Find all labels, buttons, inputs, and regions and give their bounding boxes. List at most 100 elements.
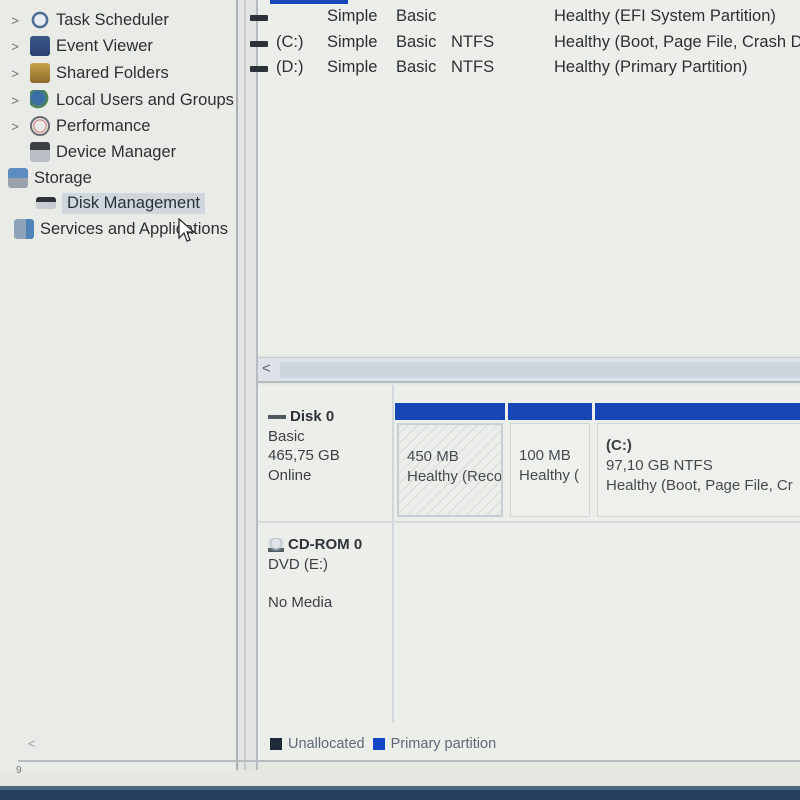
tree-item-label: Services and Applications [40,219,229,238]
clock-icon [30,10,50,30]
legend-label: Primary partition [390,736,497,752]
tree-item-label: Performance [56,116,151,135]
volume-status: Healthy (EFI System Partition) [554,7,776,25]
tree-item-disk-management[interactable]: Disk Management [36,191,205,215]
taskbar [0,786,800,800]
partition-drive-letter: (C:) [606,437,632,454]
tree-item-label: Disk Management [62,192,205,214]
partition-body: 450 MB Healthy (Reco [397,423,503,517]
volume-layout: Simple [327,33,378,51]
partition-c[interactable]: (C:) 97,10 GB NTFS Healthy (Boot, Page F… [595,403,800,519]
disk-state: No Media [268,594,333,611]
partition-efi[interactable]: 100 MB Healthy ( [508,403,592,519]
partition-status: Healthy (Reco [407,468,503,485]
partition-header [508,403,592,420]
tree-item-label: Shared Folders [56,63,169,82]
scrollbar-thumb[interactable] [280,362,800,378]
tree-item-label: Storage [34,168,92,187]
volume-type: Basic [396,58,437,76]
partition-recovery[interactable]: 450 MB Healthy (Reco [395,403,505,519]
partition-header [395,403,505,420]
chevron-right-icon[interactable]: > [8,119,22,134]
tree-item-storage[interactable]: Storage [8,166,92,190]
partition-header [595,403,800,420]
tree-item-label: Device Manager [56,142,177,161]
cdrom-0-info[interactable]: CD-ROM 0 DVD (E:) No Media [268,535,394,613]
column-header-highlight [270,0,348,4]
chevron-right-icon[interactable]: > [8,93,22,108]
volume-status: Healthy (Primary Partition) [554,58,748,76]
disk-type: Basic [268,427,305,445]
volume-row[interactable]: (D:) Simple Basic NTFS Healthy (Primary … [250,56,800,80]
pane-splitter[interactable] [236,0,258,770]
cdrom-icon [268,537,284,552]
disk-icon [268,414,286,419]
status-bar-text: 9 [16,765,22,776]
disk-name: Disk 0 [290,408,335,425]
partition-body: (C:) 97,10 GB NTFS Healthy (Boot, Page F… [597,423,800,517]
services-icon [14,219,34,239]
disk-icon [36,197,56,209]
tree-item-label: Task Scheduler [56,10,169,29]
tree-item-performance[interactable]: > Performance [8,114,150,138]
legend-unallocated: Unallocated [270,736,365,752]
legend-swatch [270,738,282,750]
volume-name: (D:) [276,58,304,76]
shared-folder-icon [30,63,50,83]
disk-0-info[interactable]: Disk 0 Basic 465,75 GB Online [268,407,394,485]
volume-type: Basic [396,7,437,25]
volume-row[interactable]: Simple Basic Healthy (EFI System Partiti… [250,5,800,29]
chevron-right-icon[interactable]: > [8,66,22,81]
tree-item-local-users-and-groups[interactable]: > Local Users and Groups [8,88,234,112]
partition-size: 100 MB [519,447,571,464]
chevron-right-icon[interactable]: > [8,13,22,28]
disk-size: 465,75 GB [268,447,340,464]
tree-horizontal-scrollbar[interactable]: < > [20,732,252,754]
tree-item-label: Local Users and Groups [56,90,234,109]
scroll-left-icon[interactable]: < [262,360,271,377]
console-tree: > Task Scheduler > Event Viewer > Shared… [0,0,244,770]
partition-status: Healthy (Boot, Page File, Cr [606,477,793,494]
tree-item-task-scheduler[interactable]: > Task Scheduler [8,8,169,32]
status-bar-border [18,760,800,762]
storage-icon [8,168,28,188]
performance-icon [30,116,50,136]
legend-swatch [372,738,385,750]
legend: Unallocated Primary partition [270,736,504,752]
disk-type: DVD (E:) [268,555,328,573]
volume-filesystem: NTFS [451,58,495,76]
disk-map: Disk 0 Basic 465,75 GB Online 450 MB Hea… [258,385,800,760]
volume-icon [250,41,268,47]
volume-icon [250,66,268,72]
partition-body: 100 MB Healthy ( [510,423,590,517]
device-manager-icon [30,142,50,162]
scroll-left-icon[interactable]: < [28,736,36,751]
tree-item-event-viewer[interactable]: > Event Viewer [8,34,153,58]
disk-name: CD-ROM 0 [288,536,363,553]
users-icon [30,90,50,110]
volume-filesystem: NTFS [451,33,495,51]
tree-item-device-manager[interactable]: Device Manager [30,140,176,164]
partition-size: 97,10 GB NTFS [606,457,713,474]
volume-layout: Simple [327,7,378,25]
volume-name: (C:) [276,33,304,51]
tree-item-shared-folders[interactable]: > Shared Folders [8,61,169,85]
legend-label: Unallocated [288,736,365,752]
volume-icon [250,15,268,21]
divider [392,385,394,521]
volume-status: Healthy (Boot, Page File, Crash D [554,33,800,51]
legend-primary-partition: Primary partition [372,736,497,752]
partition-size: 450 MB [407,448,459,465]
divider [392,523,394,723]
event-log-icon [30,36,50,56]
disk-state: Online [268,466,312,484]
volume-type: Basic [396,33,437,51]
chevron-right-icon[interactable]: > [8,39,22,54]
volume-list-horizontal-scrollbar[interactable]: < [258,357,800,383]
partition-status: Healthy ( [519,467,580,484]
volume-row[interactable]: (C:) Simple Basic NTFS Healthy (Boot, Pa… [250,31,800,55]
divider [258,521,800,523]
tree-item-label: Event Viewer [56,36,153,55]
volume-list: Simple Basic Healthy (EFI System Partiti… [250,0,800,355]
volume-layout: Simple [327,58,378,76]
